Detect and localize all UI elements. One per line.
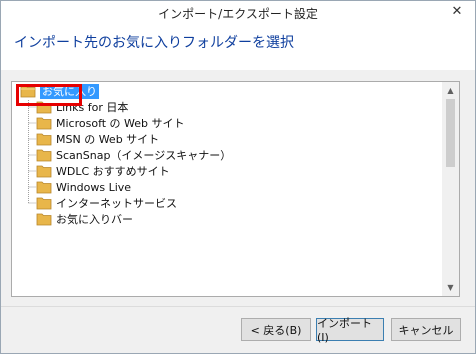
window-title: インポート/エクスポート設定 xyxy=(158,7,318,21)
tree-item-label: インターネットサービス xyxy=(56,197,177,210)
tree-root-favorites[interactable]: お気に入り xyxy=(20,83,99,99)
tree-item[interactable]: インターネットサービス xyxy=(36,195,177,211)
tree-item[interactable]: ScanSnap（イメージスキャナー） xyxy=(36,147,231,163)
folder-icon xyxy=(36,197,52,210)
folder-open-icon xyxy=(20,85,36,98)
tree-item-label: WDLC おすすめサイト xyxy=(56,165,170,178)
header-band: インポート先のお気に入りフォルダーを選択 xyxy=(1,23,475,70)
tree-item-label: MSN の Web サイト xyxy=(56,133,160,146)
folder-icon xyxy=(36,149,52,162)
close-button[interactable]: ✕ xyxy=(442,1,472,21)
tree-item[interactable]: Microsoft の Web サイト xyxy=(36,115,185,131)
vertical-scrollbar[interactable]: ▲ ▼ xyxy=(442,82,459,296)
tree-item[interactable]: MSN の Web サイト xyxy=(36,131,159,147)
title-bar[interactable]: インポート/エクスポート設定 ✕ xyxy=(1,1,475,23)
folder-icon xyxy=(36,181,52,194)
import-export-dialog: インポート/エクスポート設定 ✕ インポート先のお気に入りフォルダーを選択 お気… xyxy=(0,0,476,354)
tree-item-label: ScanSnap（イメージスキャナー） xyxy=(56,149,232,162)
import-button[interactable]: インポート(I) xyxy=(316,317,384,344)
tree-item-label: Windows Live xyxy=(56,180,132,194)
tree-item[interactable]: Links for 日本 xyxy=(36,99,128,115)
folder-icon xyxy=(36,133,52,146)
chevron-down-icon: ▼ xyxy=(447,283,454,292)
tree-item-label: Links for 日本 xyxy=(56,101,129,114)
tree-item-label: お気に入りバー xyxy=(56,213,133,226)
tree-item[interactable]: お気に入りバー xyxy=(36,211,133,227)
cancel-button[interactable]: キャンセル xyxy=(391,318,461,341)
scroll-down-button[interactable]: ▼ xyxy=(442,279,459,296)
scroll-thumb[interactable] xyxy=(446,99,455,167)
folder-icon xyxy=(36,213,52,226)
tree-item[interactable]: WDLC おすすめサイト xyxy=(36,163,170,179)
back-button[interactable]: < 戻る(B) xyxy=(241,318,311,341)
chevron-up-icon: ▲ xyxy=(447,86,454,95)
tree-item-label: Microsoft の Web サイト xyxy=(56,117,185,130)
footer-divider xyxy=(1,306,475,307)
tree-item[interactable]: Windows Live xyxy=(36,179,131,195)
folder-icon xyxy=(36,101,52,114)
scroll-up-button[interactable]: ▲ xyxy=(442,82,459,99)
folder-icon xyxy=(36,165,52,178)
page-heading: インポート先のお気に入りフォルダーを選択 xyxy=(14,35,294,51)
favorites-folder-tree[interactable]: お気に入り Links for 日本 Microsoft の Web サイト M… xyxy=(11,81,460,297)
close-icon: ✕ xyxy=(451,3,463,19)
folder-icon xyxy=(36,117,52,130)
tree-root-label: お気に入り xyxy=(40,83,99,99)
